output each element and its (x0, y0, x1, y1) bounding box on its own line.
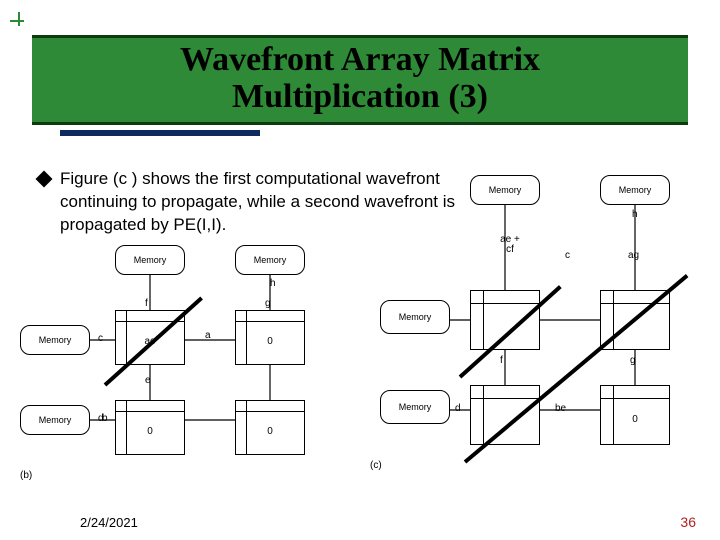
footer-date: 2/24/2021 (80, 515, 138, 530)
edge-label: be (555, 403, 566, 414)
memory-box: Memory (115, 245, 185, 275)
edge-label: h (270, 278, 276, 289)
bullet-text: Figure (c ) shows the first computationa… (60, 168, 458, 237)
memory-box: Memory (20, 325, 90, 355)
memory-box: Memory (20, 405, 90, 435)
title-line-2: Multiplication (3) (232, 78, 488, 115)
edge-label: g (265, 298, 271, 309)
pe-cell: 0 (600, 385, 670, 445)
edge-label: ae + cf (495, 235, 525, 255)
title-band: Wavefront Array Matrix Multiplication (3… (32, 35, 688, 125)
connectors-b (20, 245, 360, 485)
edge-label: h (632, 209, 638, 220)
edge-label: c (98, 333, 103, 344)
pe-cell (470, 385, 540, 445)
pe-cell: 0 (235, 400, 305, 455)
memory-box: Memory (600, 175, 670, 205)
edge-label: a (205, 330, 211, 341)
figures-area: Memory Memory h Memory Memory c d a e 0 0… (20, 245, 700, 495)
edge-label: e (145, 375, 151, 386)
edge-label: c (565, 250, 570, 261)
bullet-item: Figure (c ) shows the first computationa… (38, 168, 458, 237)
memory-box: Memory (380, 300, 450, 334)
edge-label: f (500, 355, 503, 366)
memory-box: Memory (470, 175, 540, 205)
figure-caption: (b) (20, 470, 32, 481)
pe-value: 0 (601, 414, 669, 425)
pe-value: 0 (116, 426, 184, 437)
footer-page-number: 36 (680, 514, 696, 530)
pe-cell: 0 (115, 400, 185, 455)
pe-cell: 0 (235, 310, 305, 365)
title-underline (60, 130, 260, 136)
edge-label: ag (628, 250, 639, 261)
figure-caption: (c) (370, 460, 382, 471)
edge-label: g (630, 355, 636, 366)
pe-value: 0 (236, 426, 304, 437)
pe-value: 0 (236, 336, 304, 347)
edge-label: f (145, 298, 148, 309)
bullet-diamond-icon (36, 171, 53, 188)
title-line-1: Wavefront Array Matrix (180, 41, 540, 78)
edge-label: d (455, 403, 461, 414)
slide-corner-mark (8, 8, 28, 28)
slide-title: Wavefront Array Matrix Multiplication (3… (180, 41, 540, 116)
memory-box: Memory (235, 245, 305, 275)
memory-box: Memory (380, 390, 450, 424)
pe-cell (470, 290, 540, 350)
edge-label: b (102, 413, 108, 424)
